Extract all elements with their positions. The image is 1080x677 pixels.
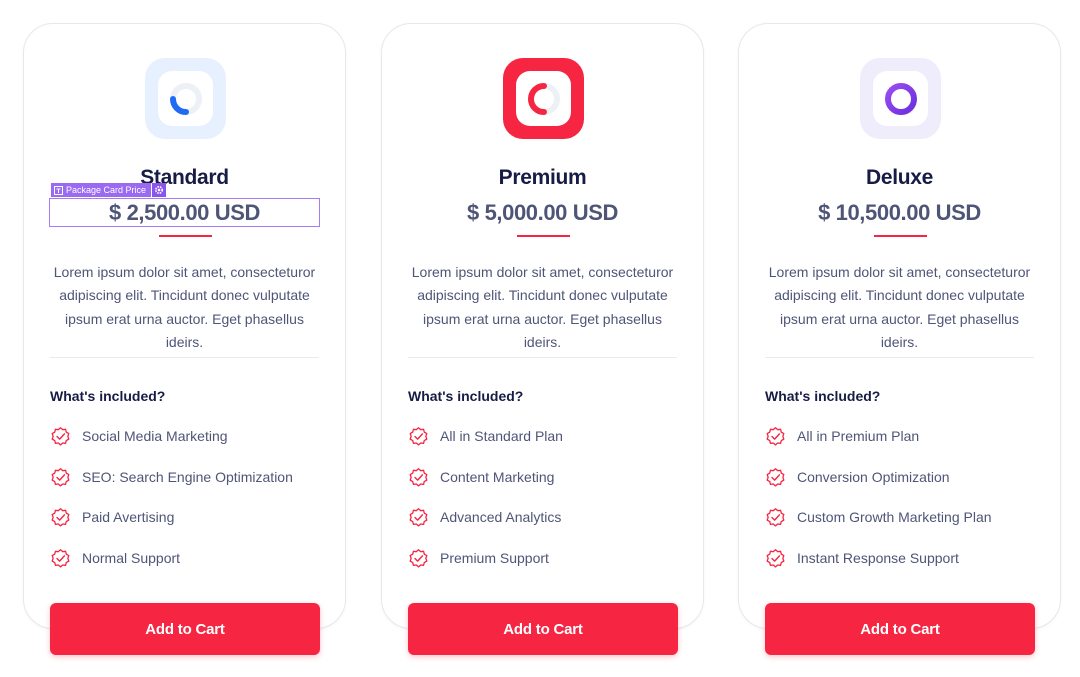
badge-check-icon (766, 508, 785, 527)
plan-description: Lorem ipsum dolor sit amet, consecteturo… (768, 264, 1031, 350)
feature-label: All in Standard Plan (440, 428, 563, 444)
feature-label: Instant Response Support (797, 549, 959, 566)
accent-divider (517, 235, 570, 237)
badge-check-icon (766, 427, 785, 446)
editor-settings-button[interactable] (152, 183, 167, 197)
feature-item: Custom Growth Marketing Plan (765, 505, 1040, 546)
feature-label: Normal Support (82, 549, 181, 566)
plan-icon-tile (860, 58, 941, 139)
feature-item: All in Premium Plan (765, 424, 1040, 465)
badge-check-icon (766, 467, 785, 487)
feature-label: Advanced Analytics (440, 509, 562, 525)
plan-name: Premium (498, 166, 587, 189)
plan-description: Lorem ipsum dolor sit amet, consecteturo… (411, 264, 674, 350)
badge-check-icon (51, 427, 70, 446)
feature-item: Conversion Optimization (765, 465, 1040, 506)
feature-label: Conversion Optimization (797, 468, 950, 485)
feature-label: SEO: Search Engine Optimization (82, 468, 293, 485)
badge-check-icon (409, 508, 428, 527)
feature-item: Normal Support (50, 546, 325, 587)
feature-list: All in Standard Plan Content Marketing A… (408, 424, 683, 586)
feature-item: Paid Avertising (50, 505, 325, 546)
feature-item: Content Marketing (408, 465, 683, 506)
section-divider (408, 357, 677, 358)
included-heading: What's included? (765, 388, 881, 404)
feature-item: Social Media Marketing (50, 424, 325, 465)
plan-price: $ 5,000.00 USD (467, 200, 618, 225)
included-heading: What's included? (408, 388, 524, 404)
badge-check-icon (409, 467, 428, 487)
plan-icon-tile (503, 58, 584, 139)
ring-half-icon (527, 82, 560, 115)
ring-quarter-icon (169, 82, 202, 115)
badge-check-icon (51, 548, 70, 568)
accent-divider (159, 235, 212, 237)
add-to-cart-button[interactable]: Add to Cart (408, 603, 678, 655)
feature-label: Premium Support (440, 549, 549, 566)
editor-tag-label: Package Card Price (66, 185, 147, 195)
feature-list: Social Media Marketing SEO: Search Engin… (50, 424, 325, 586)
plan-icon-tile (145, 58, 226, 139)
feature-label: Social Media Marketing (82, 428, 228, 444)
badge-check-icon (51, 508, 70, 527)
element-type-icon (54, 185, 63, 195)
feature-item: All in Standard Plan (408, 424, 683, 465)
gear-icon (155, 185, 164, 195)
feature-label: Paid Avertising (82, 509, 175, 525)
pricing-card-standard: Standard Package Card Price $ 2,500.00 U… (23, 23, 346, 655)
section-divider (765, 357, 1034, 358)
feature-item: Premium Support (408, 546, 683, 587)
add-to-cart-button[interactable]: Add to Cart (765, 603, 1035, 655)
feature-label: All in Premium Plan (797, 428, 920, 444)
feature-item: Instant Response Support (765, 546, 1040, 587)
plan-name: Deluxe (865, 166, 934, 189)
feature-item: Advanced Analytics (408, 505, 683, 546)
badge-check-icon (51, 467, 70, 487)
section-divider (50, 357, 319, 358)
pricing-card-deluxe: Deluxe $ 10,500.00 USD Lorem ipsum dolor… (738, 23, 1061, 655)
accent-divider (874, 235, 927, 237)
feature-label: Custom Growth Marketing Plan (797, 509, 992, 525)
badge-check-icon (409, 427, 428, 446)
feature-item: SEO: Search Engine Optimization (50, 465, 325, 506)
plan-description: Lorem ipsum dolor sit amet, consecteturo… (53, 264, 316, 350)
plan-price[interactable]: $ 2,500.00 USD (49, 198, 320, 227)
feature-list: All in Premium Plan Conversion Optimizat… (765, 424, 1040, 586)
editor-element-tag[interactable]: Package Card Price (51, 183, 167, 197)
included-heading: What's included? (50, 388, 166, 404)
ring-full-icon (884, 82, 917, 115)
plan-price: $ 10,500.00 USD (818, 200, 981, 225)
feature-label: Content Marketing (440, 468, 555, 485)
add-to-cart-button[interactable]: Add to Cart (50, 603, 320, 655)
pricing-card-premium: Premium $ 5,000.00 USD Lorem ipsum dolor… (381, 23, 704, 655)
badge-check-icon (766, 548, 785, 568)
badge-check-icon (409, 548, 428, 568)
